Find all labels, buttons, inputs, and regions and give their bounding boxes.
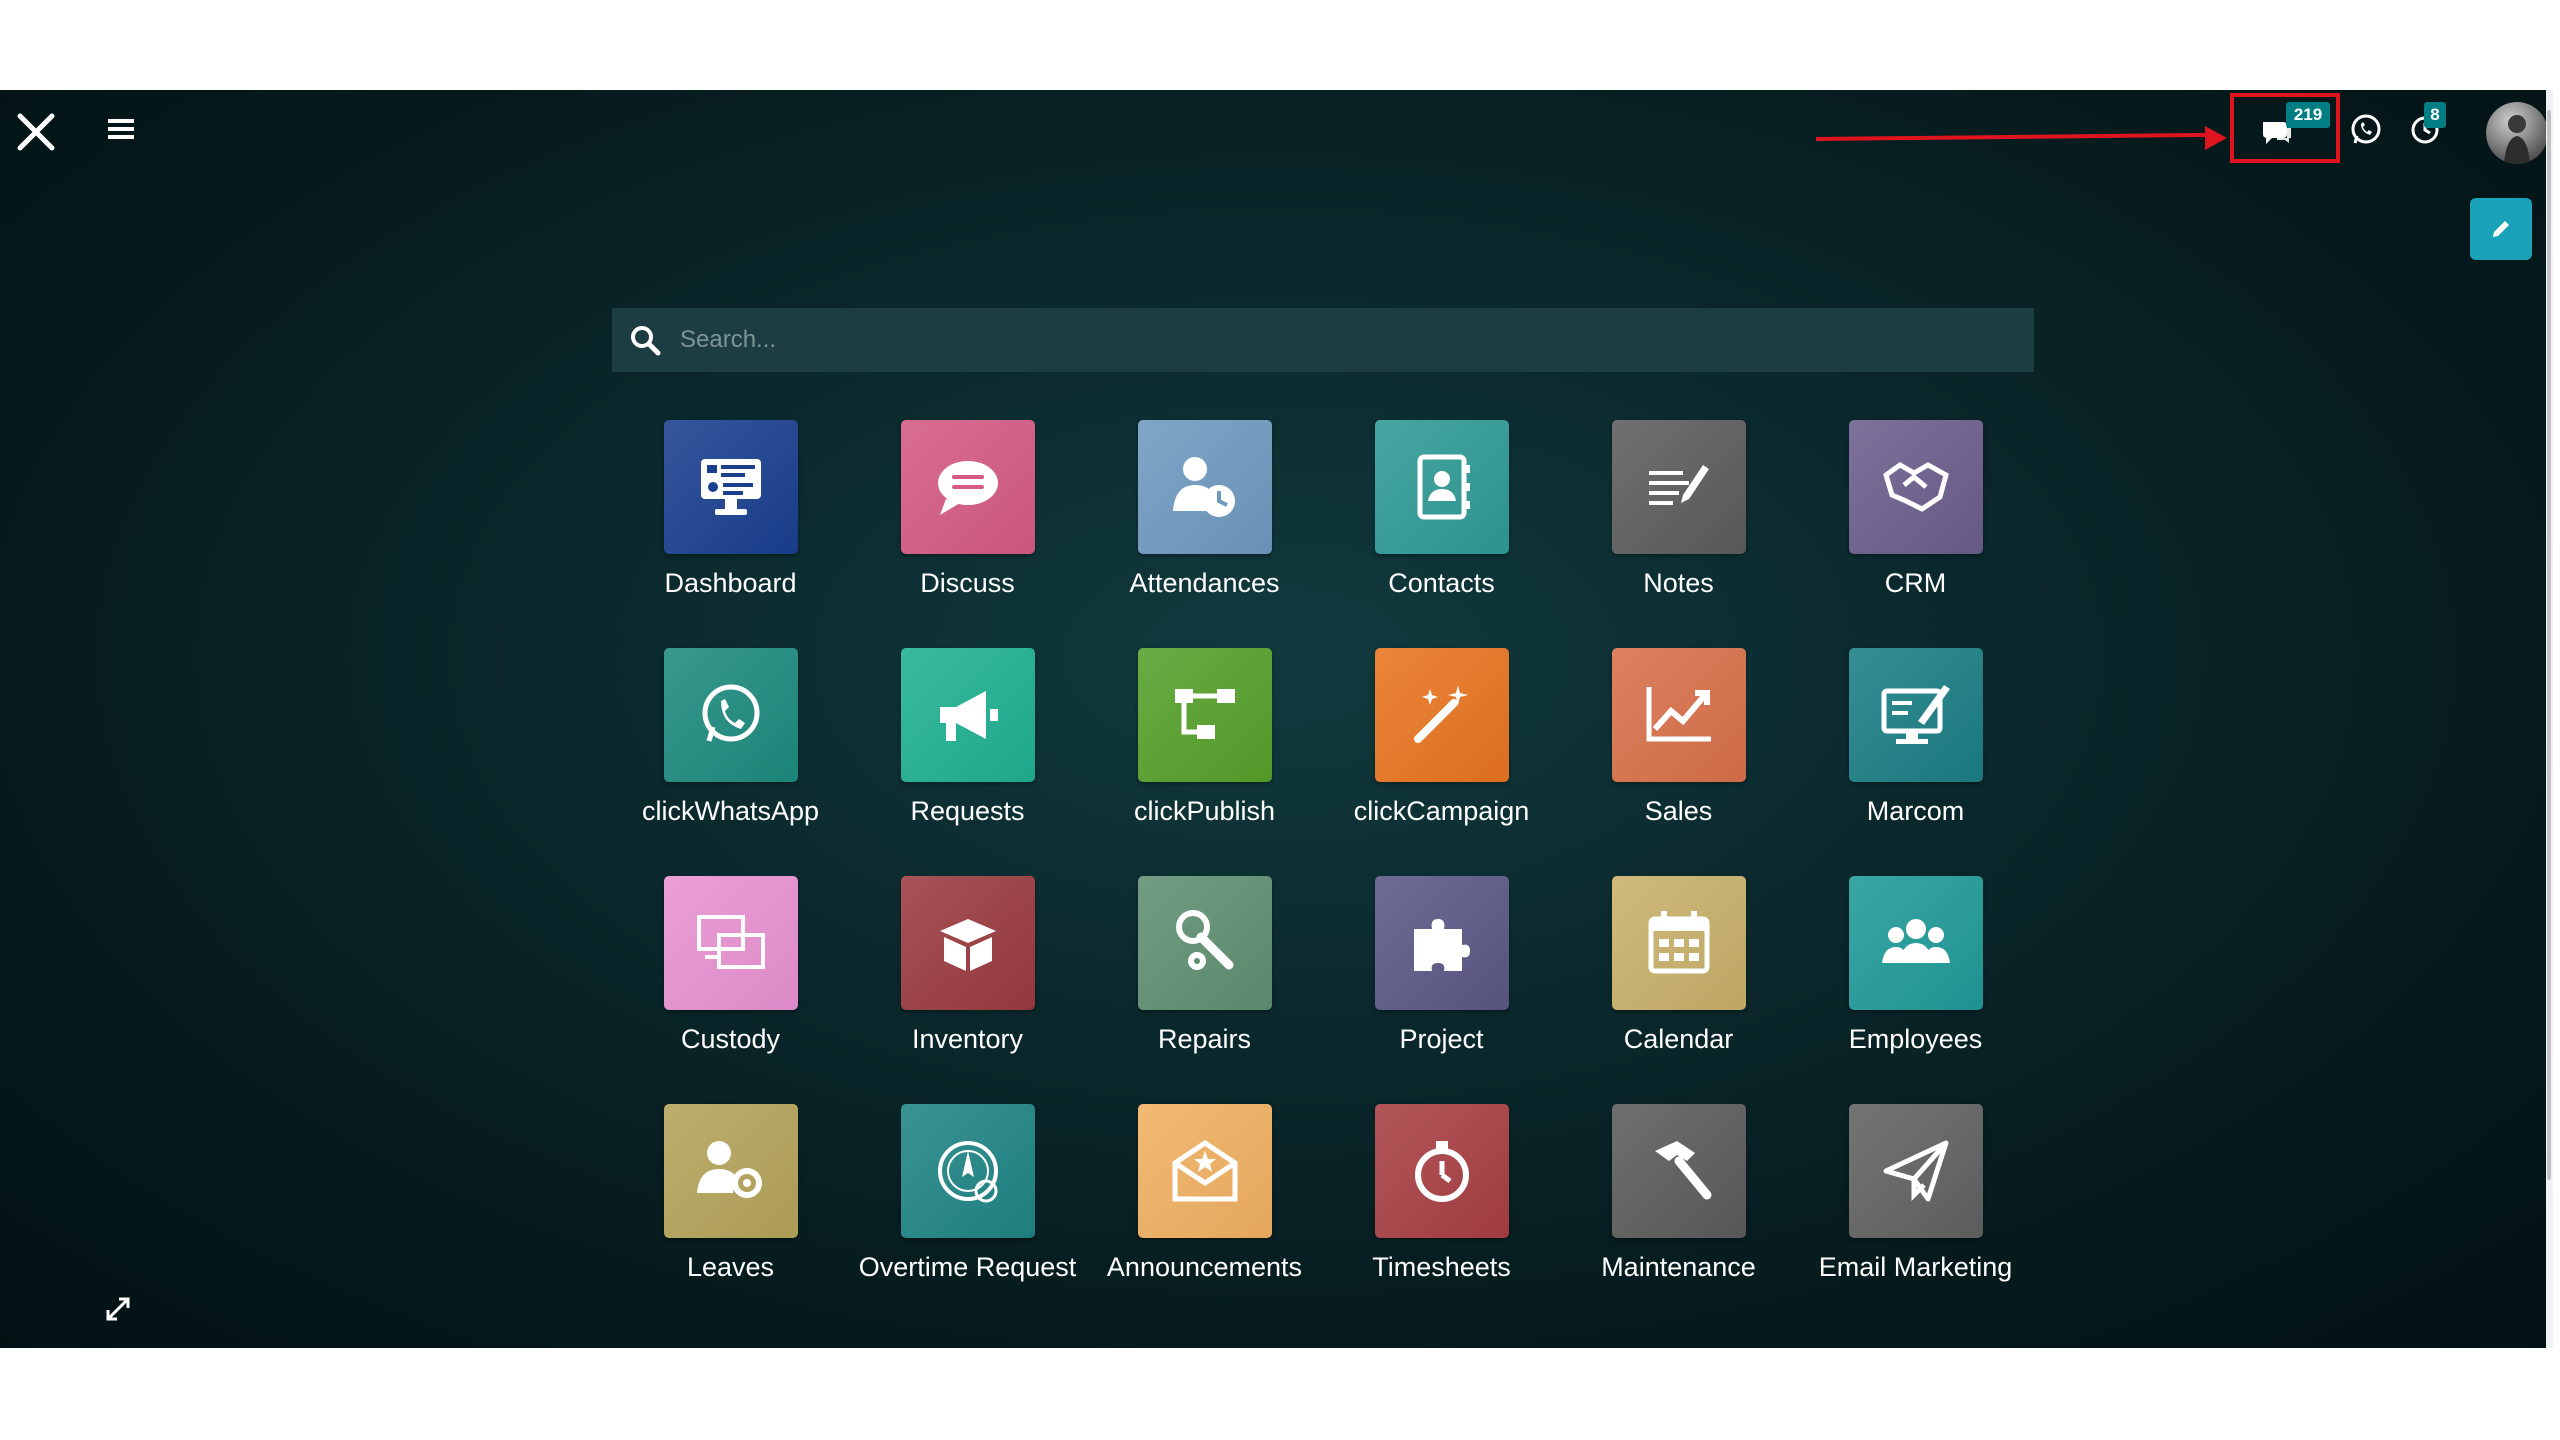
scrollbar-thumb[interactable] [2547,110,2551,1180]
chart-line-icon[interactable] [1611,648,1746,782]
app-label: Email Marketing [1818,1252,2013,1282]
app-label: Leaves [686,1252,775,1282]
app-label: Marcom [1866,796,1965,826]
app-tile-announcements[interactable]: Announcements [1086,1104,1323,1332]
app-label: Maintenance [1601,1252,1756,1282]
devices-icon[interactable] [663,876,798,1010]
app-tile-clickwhatsapp[interactable]: clickWhatsApp [612,648,849,876]
app-tile-marcom[interactable]: Marcom [1797,648,2034,876]
app-tile-clickcampaign[interactable]: clickCampaign [1323,648,1560,876]
app-tile-crm[interactable]: CRM [1797,420,2034,648]
app-tile-overtime-request[interactable]: Overtime Request [849,1104,1086,1332]
calendar-icon[interactable] [1611,876,1746,1010]
app-tile-employees[interactable]: Employees [1797,876,2034,1104]
app-label: Discuss [920,568,1015,598]
search-icon [631,326,661,356]
stopwatch-icon[interactable] [1374,1104,1509,1238]
paper-plane-icon[interactable] [1848,1104,1983,1238]
wrench-gear-icon[interactable] [1137,876,1272,1010]
whatsapp-icon[interactable] [663,648,798,782]
annotation-arrow-head [2205,126,2227,150]
handshake-icon[interactable] [1848,420,1983,554]
app-tile-inventory[interactable]: Inventory [849,876,1086,1104]
app-tile-attendances[interactable]: Attendances [1086,420,1323,648]
app-label: CRM [1884,568,1947,598]
messages-badge: 219 [2286,102,2330,128]
app-tile-sales[interactable]: Sales [1560,648,1797,876]
app-label: Contacts [1388,568,1495,598]
app-label: Inventory [911,1024,1024,1054]
whatsapp-icon[interactable] [2348,112,2384,148]
monitor-dashboard-icon[interactable] [663,420,798,554]
address-book-icon[interactable] [1374,420,1509,554]
pencil-icon [2493,221,2509,237]
app-tile-timesheets[interactable]: Timesheets [1323,1104,1560,1332]
monitor-brush-icon[interactable] [1848,648,1983,782]
app-tile-requests[interactable]: Requests [849,648,1086,876]
app-tile-leaves[interactable]: Leaves [612,1104,849,1332]
puzzle-icon[interactable] [1374,876,1509,1010]
annotation-arrow-line [1815,132,2212,141]
app-label: Sales [1644,796,1713,826]
envelope-star-icon[interactable] [1137,1104,1272,1238]
sitemap-icon[interactable] [1137,648,1272,782]
app-tile-calendar[interactable]: Calendar [1560,876,1797,1104]
app-grid: Dashboard Discuss Attendances Contacts Notes… [612,420,2034,1332]
edit-pencil-button[interactable] [2470,198,2532,260]
app-tile-custody[interactable]: Custody [612,876,849,1104]
app-label: Announcements [1106,1252,1303,1282]
top-navbar: 219 8 [0,90,2553,176]
user-gear-icon[interactable] [663,1104,798,1238]
activities-badge: 8 [2424,102,2446,128]
user-avatar[interactable] [2486,102,2548,164]
app-tile-contacts[interactable]: Contacts [1323,420,1560,648]
search-input[interactable] [680,308,2034,372]
app-tile-project[interactable]: Project [1323,876,1560,1104]
app-label: Attendances [1129,568,1280,598]
box-open-icon[interactable] [900,876,1035,1010]
app-label: clickPublish [1133,796,1276,826]
app-tile-email-marketing[interactable]: Email Marketing [1797,1104,2034,1332]
hamburger-menu-icon[interactable] [106,114,136,152]
app-tile-notes[interactable]: Notes [1560,420,1797,648]
hammer-icon[interactable] [1611,1104,1746,1238]
app-label: clickWhatsApp [641,796,820,826]
app-label: Project [1399,1024,1484,1054]
app-label: Calendar [1623,1024,1734,1054]
app-tile-dashboard[interactable]: Dashboard [612,420,849,648]
app-label: Employees [1848,1024,1983,1054]
app-label: Dashboard [664,568,797,598]
app-label: clickCampaign [1353,796,1530,826]
clock-compass-icon[interactable] [900,1104,1035,1238]
users-icon[interactable] [1848,876,1983,1010]
app-label: Repairs [1157,1024,1252,1054]
megaphone-icon[interactable] [900,648,1035,782]
app-tile-discuss[interactable]: Discuss [849,420,1086,648]
home-menu: 219 8 Dashboard Discuss Attendances Contact… [0,90,2553,1348]
note-pencil-icon[interactable] [1611,420,1746,554]
app-label: Requests [910,796,1025,826]
app-label: Timesheets [1372,1252,1511,1282]
search-bar [612,308,2034,372]
app-label: Notes [1643,568,1714,598]
app-label: Custody [680,1024,781,1054]
app-tile-maintenance[interactable]: Maintenance [1560,1104,1797,1332]
chat-bubble-icon[interactable] [900,420,1035,554]
fullscreen-expand-icon[interactable] [104,1295,132,1323]
app-tile-clickpublish[interactable]: clickPublish [1086,648,1323,876]
app-tile-repairs[interactable]: Repairs [1086,876,1323,1104]
magic-wand-icon[interactable] [1374,648,1509,782]
close-icon[interactable] [14,110,58,154]
app-label: Overtime Request [858,1252,1077,1282]
user-clock-icon[interactable] [1137,420,1272,554]
